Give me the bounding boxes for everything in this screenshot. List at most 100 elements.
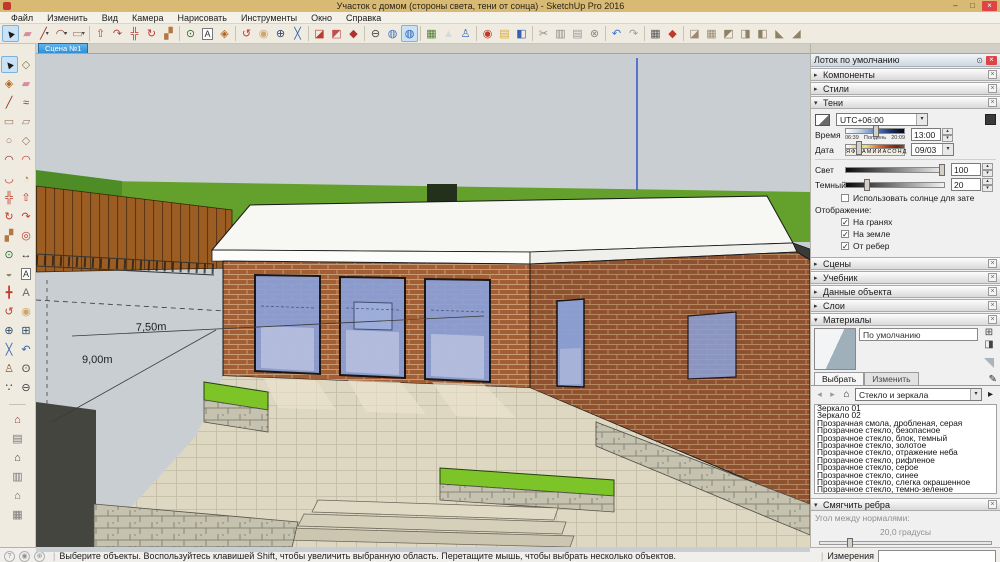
material-item[interactable]: Прозрачное стекло, темно-зеленое: [815, 485, 996, 493]
look-around-button[interactable]: ⊖: [367, 25, 384, 42]
menu-tools[interactable]: Инструменты: [234, 13, 304, 23]
tab-edit[interactable]: Изменить: [864, 372, 919, 385]
scene-tab[interactable]: Сцена №1: [38, 43, 89, 53]
push-pull-tool-button[interactable]: ⇧: [92, 25, 109, 42]
orbit-globe-button[interactable]: ◍: [384, 25, 401, 42]
text-tool-button[interactable]: A: [18, 265, 35, 282]
minimize-button[interactable]: –: [948, 1, 963, 11]
panel-layers-header[interactable]: ▸ Слои ×: [811, 299, 1000, 312]
panel-close-button[interactable]: ×: [988, 259, 997, 268]
panel-shadows-header[interactable]: ▾ Тени ×: [811, 96, 1000, 109]
light-slider-knob[interactable]: [939, 163, 946, 176]
menu-view[interactable]: Вид: [95, 13, 125, 23]
pie-tool-button[interactable]: ◔: [18, 170, 35, 187]
dark-spinner[interactable]: ▴ ▾: [982, 178, 993, 192]
push-pull-tool-button[interactable]: ⇧: [18, 189, 35, 206]
monochrome-view-button[interactable]: ▲: [440, 25, 457, 42]
material-preview[interactable]: [814, 328, 856, 370]
arc-tool-button[interactable]: ◠ ▾: [53, 25, 70, 42]
redo-button[interactable]: ↷: [625, 25, 642, 42]
shaded-ground[interactable]: [36, 402, 96, 547]
turn-around-tool-button[interactable]: ⊖: [18, 379, 35, 396]
fog-dialog-button[interactable]: ◩: [328, 25, 345, 42]
paint-bucket-tool-button[interactable]: ◈: [216, 25, 233, 42]
print-button[interactable]: ▦: [647, 25, 664, 42]
zoom-tool-button[interactable]: ⊕: [1, 322, 18, 339]
spin-down-icon[interactable]: ▾: [982, 170, 993, 177]
angle-slider[interactable]: [819, 538, 992, 547]
polygon-tool-button[interactable]: ◇: [18, 132, 35, 149]
collection-select[interactable]: Стекло и зеркала ▾: [855, 388, 982, 401]
house-roof[interactable]: [210, 195, 794, 253]
geolocation-icon[interactable]: ⊕: [34, 550, 45, 562]
rotate-tool-button[interactable]: ↻: [143, 25, 160, 42]
axes-tool-button[interactable]: ╋: [1, 284, 18, 301]
look-around-tool-button[interactable]: ʘ: [18, 360, 35, 377]
model-viewport[interactable]: 7,50m 9,00m: [35, 54, 811, 552]
light-input[interactable]: 100: [951, 163, 981, 176]
dark-slider-knob[interactable]: [863, 178, 870, 191]
subtract-tool-button[interactable]: ▥: [9, 468, 26, 485]
toggle-shadows-icon[interactable]: [815, 113, 830, 126]
zoom-extents-tool-button[interactable]: ╳: [289, 25, 306, 42]
save-file-button[interactable]: ◧: [513, 25, 530, 42]
panel-instructor-header[interactable]: ▸ Учебник ×: [811, 271, 1000, 284]
side-window-2[interactable]: [687, 311, 737, 380]
scale-tool-button[interactable]: ▞: [1, 227, 18, 244]
viewport-canvas[interactable]: 7,50m 9,00m: [35, 54, 811, 548]
panel-close-button[interactable]: ×: [988, 70, 997, 79]
angle-slider-knob[interactable]: [847, 538, 854, 547]
light-spinner[interactable]: ▴ ▾: [982, 163, 993, 177]
flip-edge-button[interactable]: ◢: [788, 25, 805, 42]
open-file-button[interactable]: ▤: [496, 25, 513, 42]
details-arrow-icon[interactable]: ▸: [984, 389, 997, 400]
line-tool-button[interactable]: ╱ ▾: [36, 25, 53, 42]
make-component-tool-button[interactable]: ◇: [18, 56, 35, 73]
walk-tool-button[interactable]: ∵: [1, 379, 18, 396]
dark-slider[interactable]: [845, 178, 945, 191]
union-tool-button[interactable]: ⌂: [9, 449, 26, 466]
auto-hide-pin-icon[interactable]: ⊙: [976, 56, 983, 65]
from-scratch-button[interactable]: ▦: [703, 25, 720, 42]
close-button[interactable]: ×: [982, 1, 997, 11]
terrain-toggle-button[interactable]: ▦: [423, 25, 440, 42]
line-tool-button[interactable]: ╱: [1, 94, 18, 111]
model-status-icon[interactable]: ◉: [19, 550, 30, 562]
tray-header[interactable]: Лоток по умолчанию ⊙ ×: [811, 54, 1000, 67]
panel-materials-header[interactable]: ▾ Материалы ×: [811, 313, 1000, 326]
time-input[interactable]: 13:00: [911, 128, 941, 141]
from-edges-checkbox[interactable]: ✓: [841, 242, 849, 251]
time-slider-knob[interactable]: [873, 125, 880, 137]
two-point-arc-tool-button[interactable]: ◠: [18, 151, 35, 168]
spin-up-icon[interactable]: ▴: [982, 163, 993, 170]
add-detail-button[interactable]: ◣: [771, 25, 788, 42]
move-tool-button[interactable]: ╬: [1, 189, 18, 206]
orbit-tool-button[interactable]: ↺: [1, 303, 18, 320]
forward-arrow-icon[interactable]: ▸: [827, 389, 838, 400]
rectangle-tool-button[interactable]: ▭: [1, 113, 18, 130]
back-arrow-icon[interactable]: ◂: [814, 389, 825, 400]
drape-button[interactable]: ◧: [754, 25, 771, 42]
arc-tool-button[interactable]: ◠: [1, 151, 18, 168]
outer-shell-tool-button[interactable]: ⌂: [9, 411, 26, 428]
rotate-tool-button[interactable]: ↻: [1, 208, 18, 225]
from-contours-button[interactable]: ◪: [686, 25, 703, 42]
position-camera-tool-button[interactable]: ♙: [1, 360, 18, 377]
circle-tool-button[interactable]: ○: [1, 132, 18, 149]
person-scale-button[interactable]: ♙: [457, 25, 474, 42]
eraser-tool-button[interactable]: ▰: [19, 25, 36, 42]
select-tool-button[interactable]: ▲: [0, 56, 18, 73]
dark-input[interactable]: 20: [951, 178, 981, 191]
chevron-down-icon[interactable]: ▾: [970, 389, 981, 400]
move-tool-button[interactable]: ╬: [126, 25, 143, 42]
paint-bucket-tool-button[interactable]: ◈: [1, 75, 18, 92]
chevron-down-icon[interactable]: ▾: [942, 144, 953, 155]
time-spinner[interactable]: ▴ ▾: [942, 128, 953, 142]
help-icon[interactable]: ?: [4, 550, 15, 562]
on-faces-checkbox[interactable]: ✓: [841, 218, 849, 227]
home-icon[interactable]: ⌂: [840, 389, 853, 400]
panel-close-button[interactable]: ×: [988, 301, 997, 310]
shapes-tool-button[interactable]: ▭ ▾: [70, 25, 87, 42]
maximize-button[interactable]: □: [965, 1, 980, 11]
freehand-tool-button[interactable]: ≈: [18, 94, 35, 111]
